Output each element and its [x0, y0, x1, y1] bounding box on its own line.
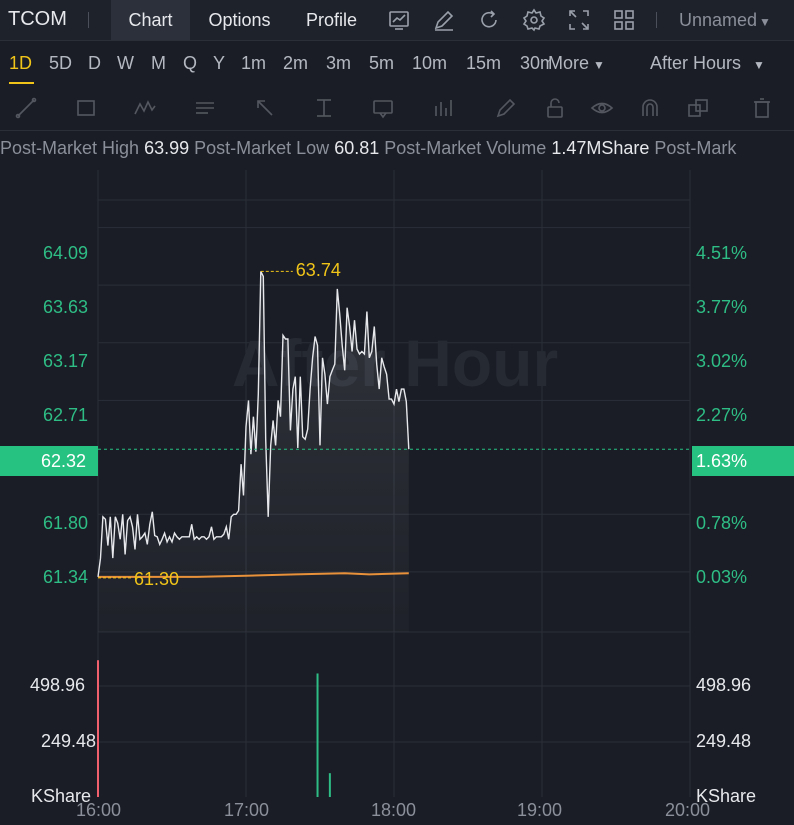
y-tick-label: 61.34: [43, 567, 89, 587]
x-tick-label: 18:00: [371, 800, 417, 820]
y-tick-label: 62.71: [43, 405, 89, 425]
volume-bar: [97, 660, 99, 797]
y-pct-tick-label: 4.51%: [696, 243, 748, 263]
x-tick-label: 16:00: [76, 800, 122, 820]
x-tick-label: 20:00: [665, 800, 711, 820]
current-price-value: 62.32: [40, 451, 86, 471]
intraday-chart[interactable]: After Hour: [0, 0, 794, 825]
y-tick-label: 61.80: [43, 513, 89, 533]
volume-bars: [97, 660, 331, 797]
y-pct-tick-label: 0.03%: [696, 567, 748, 587]
y-tick-label: 63.17: [43, 351, 89, 371]
y-pct-tick-label: 3.77%: [696, 297, 748, 317]
min-price-label: 61.30: [134, 568, 180, 589]
y-pct-tick-label: 0.78%: [696, 513, 748, 533]
volume-bar: [328, 773, 331, 797]
x-tick-label: 19:00: [517, 800, 563, 820]
y-pct-tick-label: 3.02%: [696, 351, 748, 371]
x-tick-label: 17:00: [224, 800, 270, 820]
volume-tick-label: 498.96: [696, 675, 752, 695]
volume-tick-label: 249.48: [696, 731, 752, 751]
current-pct-value: 1.63%: [696, 451, 748, 471]
y-pct-tick-label: 2.27%: [696, 405, 748, 425]
volume-tick-label: 498.96: [30, 675, 86, 695]
y-tick-label: 64.09: [43, 243, 89, 263]
max-price-label: 63.74: [295, 260, 341, 281]
volume-bar: [316, 673, 319, 797]
volume-tick-label: 249.48: [41, 731, 97, 751]
current-price-badge: 62.32: [0, 446, 98, 476]
current-pct-badge: 1.63%: [692, 446, 794, 476]
y-tick-label: 63.63: [43, 297, 89, 317]
